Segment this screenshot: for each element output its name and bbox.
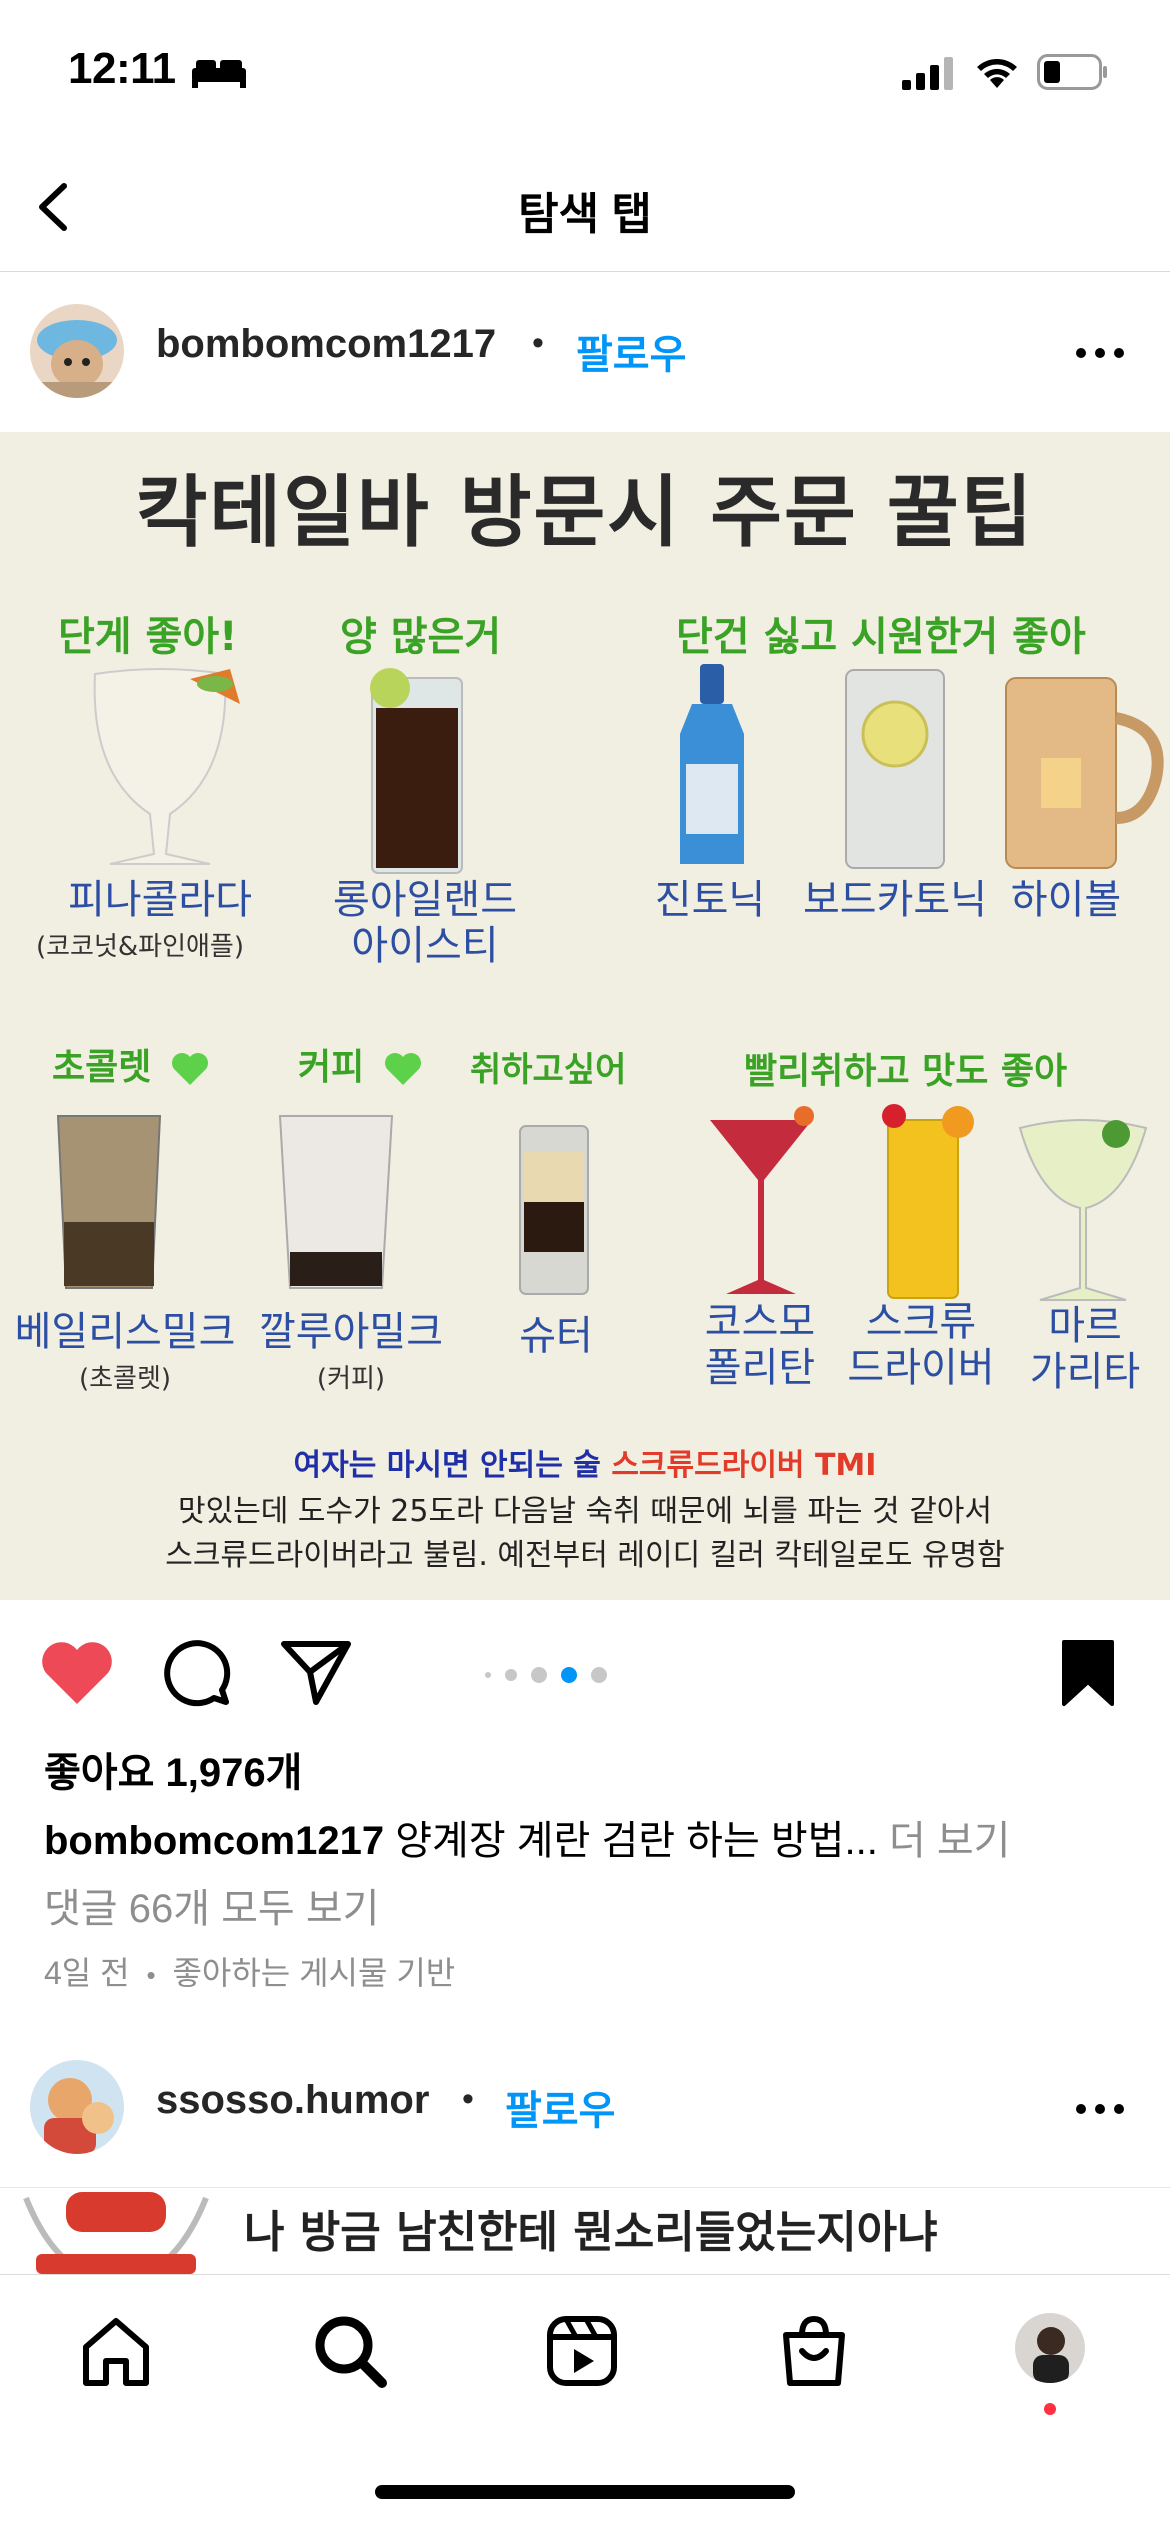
drink-name-marg-1: 마르 xyxy=(1048,1303,1122,1349)
warning-prefix: 여자는 마시면 안되는 술 xyxy=(293,1448,612,1483)
post2-image[interactable]: 나 방금 남친한테 뭔소리들었는지아냐 xyxy=(0,2188,1170,2274)
wifi-icon xyxy=(977,59,1017,88)
margarita-image xyxy=(1018,1119,1148,1301)
drink-sub-kahlua: (커피) xyxy=(316,1364,386,1394)
category-volume: 양 많은거 xyxy=(340,614,502,660)
category-fast: 빨리취하고 맛도 좋아 xyxy=(744,1051,1068,1092)
baileys-milk-image xyxy=(56,1115,162,1289)
thumbs-emblem-icon xyxy=(23,2192,209,2274)
cosmopolitan-image xyxy=(710,1106,814,1294)
post-header: bombomcom1217 • 팔로우 xyxy=(0,272,1170,432)
post2-image-text: 나 방금 남친한테 뭔소리들었는지아냐 xyxy=(244,2207,938,2258)
drink-name-gintonic: 진토닉 xyxy=(654,877,766,923)
status-bar: 12:11 xyxy=(0,0,1170,150)
heart-filled-icon[interactable] xyxy=(40,1640,114,1706)
post-image[interactable]: 칵테일바 방문시 주문 꿀팁 단게 좋아! 양 많은거 단건 싫고 시원한거 좋… xyxy=(0,432,1170,1600)
category-drunk: 취하고싶어 xyxy=(470,1050,627,1090)
vodka-tonic-image xyxy=(845,669,945,869)
drink-name-longisland-2: 아이스티 xyxy=(351,923,499,969)
comment-icon[interactable] xyxy=(162,1638,232,1708)
screwdriver-image xyxy=(882,1104,974,1299)
like-count[interactable]: 좋아요 1,976개 xyxy=(44,1740,302,1798)
notification-dot xyxy=(1044,2403,1056,2415)
infographic-body-line-1: 맛있는데 도수가 25도라 다음날 숙취 때문에 뇌를 파는 것 같아서 xyxy=(178,1494,992,1529)
category-coffee: 커피 xyxy=(298,1038,423,1090)
shop-icon[interactable] xyxy=(774,2311,854,2391)
caption-text: 양계장 계란 검란 하는 방법... xyxy=(384,1819,878,1863)
carousel-dot-active xyxy=(561,1667,577,1683)
separator-dot: • xyxy=(462,2080,474,2118)
more-options-icon[interactable] xyxy=(1075,347,1125,359)
drink-sub-pina: (코코넛&파인애플) xyxy=(35,932,244,962)
caption-more-link[interactable]: 더 보기 xyxy=(878,1819,1011,1863)
drink-name-kahlua: 깔루아밀크 xyxy=(259,1309,443,1355)
search-icon[interactable] xyxy=(310,2311,390,2391)
carousel-indicator xyxy=(485,1667,607,1683)
carousel-dot xyxy=(531,1667,547,1683)
drink-sub-baileys: (초콜렛) xyxy=(78,1364,172,1394)
infographic-body-line-2: 스크류드라이버라고 불림. 예전부터 레이디 킬러 칵테일로도 유명함 xyxy=(165,1538,1005,1573)
status-time: 12:11 xyxy=(68,44,176,93)
avatar[interactable] xyxy=(30,304,124,398)
follow-button[interactable]: 팔로우 xyxy=(576,322,686,380)
drink-name-cosmo-2: 폴리탄 xyxy=(704,1345,816,1391)
follow-button[interactable]: 팔로우 xyxy=(505,2078,615,2136)
drink-name-shooter: 슈터 xyxy=(519,1313,593,1359)
home-indicator[interactable] xyxy=(375,2485,795,2499)
home-icon[interactable] xyxy=(76,2311,156,2391)
post-caption: bombomcom1217 양계장 계란 검란 하는 방법... 더 보기 xyxy=(44,1808,1010,1866)
carousel-dot xyxy=(485,1672,491,1678)
share-icon[interactable] xyxy=(280,1638,352,1708)
shooter-image xyxy=(519,1125,589,1295)
more-options-icon[interactable] xyxy=(1075,2103,1125,2115)
profile-avatar[interactable] xyxy=(1015,2313,1085,2383)
category-sweet: 단게 좋아! xyxy=(58,614,238,660)
drink-name-marg-2: 가리타 xyxy=(1029,1349,1141,1395)
meta-separator: • xyxy=(146,1960,156,1990)
carousel-dot xyxy=(591,1667,607,1683)
category-coffee-label: 커피 xyxy=(298,1047,365,1088)
cellular-signal-icon xyxy=(902,57,953,90)
drink-name-screw-1: 스크류 xyxy=(865,1299,977,1345)
pina-colada-image xyxy=(93,668,240,865)
kahlua-milk-image xyxy=(278,1115,394,1289)
drink-name-baileys: 베일리스밀크 xyxy=(14,1309,236,1355)
reels-icon[interactable] xyxy=(542,2311,622,2391)
post-username[interactable]: bombomcom1217 xyxy=(156,322,496,367)
green-heart-icon xyxy=(171,1053,208,1085)
nav-header: 탐색 탭 xyxy=(0,150,1170,272)
post-meta: 4일 전 • 좋아하는 게시물 기반 xyxy=(44,1948,455,1994)
drink-name-pina: 피나콜라다 xyxy=(68,877,252,923)
infographic-title: 칵테일바 방문시 주문 꿀팁 xyxy=(135,468,1035,558)
recommend-reason: 좋아하는 게시물 기반 xyxy=(172,1955,456,1991)
avatar[interactable] xyxy=(30,2060,124,2154)
post2-username[interactable]: ssosso.humor xyxy=(156,2078,429,2123)
drink-name-vodka: 보드카토닉 xyxy=(803,877,987,923)
category-light: 단건 싫고 시원한거 좋아 xyxy=(676,614,1086,660)
highball-image xyxy=(1005,677,1164,869)
bed-icon xyxy=(192,60,246,88)
long-island-image xyxy=(370,668,463,874)
bottom-tab-bar xyxy=(0,2274,1170,2532)
category-chocolate: 초콜렛 xyxy=(52,1038,210,1090)
warning-highlight: 스크류드라이버 TMI xyxy=(611,1448,877,1483)
drink-name-longisland-1: 롱아일랜드 xyxy=(333,877,517,923)
drink-name-screw-2: 드라이버 xyxy=(847,1345,995,1391)
view-all-comments-link[interactable]: 댓글 66개 모두 보기 xyxy=(44,1876,379,1934)
category-chocolate-label: 초콜렛 xyxy=(52,1047,152,1088)
carousel-dot xyxy=(505,1669,517,1681)
caption-username[interactable]: bombomcom1217 xyxy=(44,1819,384,1863)
infographic-warning: 여자는 마시면 안되는 술 스크류드라이버 TMI xyxy=(0,1440,1170,1484)
gin-bottle-image xyxy=(680,664,744,864)
drink-name-cosmo-1: 코스모 xyxy=(704,1299,816,1345)
post-action-bar xyxy=(0,1600,1170,1740)
separator-dot: • xyxy=(532,324,544,362)
green-heart-icon xyxy=(384,1053,421,1085)
bookmark-filled-icon[interactable] xyxy=(1060,1638,1116,1708)
battery-icon xyxy=(1037,54,1107,90)
post2-header: ssosso.humor • 팔로우 xyxy=(0,2028,1170,2188)
drink-name-highball: 하이볼 xyxy=(1010,877,1122,923)
page-title: 탐색 탭 xyxy=(518,190,652,239)
post-time: 4일 전 xyxy=(44,1955,130,1991)
